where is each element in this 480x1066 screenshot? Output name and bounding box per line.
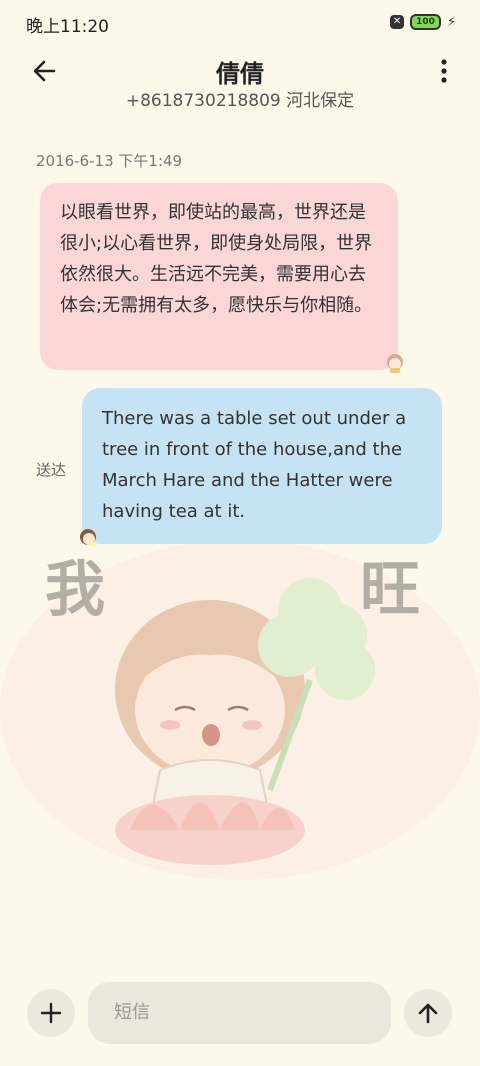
delivery-status: 送达 (36, 461, 67, 479)
status-icons: ✕ 100 ⚡ (390, 14, 456, 30)
add-attachment-button[interactable] (27, 989, 75, 1037)
sticker-char-wang: 旺 (360, 555, 420, 625)
background-sticker-image: 我 旺 (0, 520, 480, 900)
my-avatar[interactable] (78, 528, 98, 548)
contact-avatar[interactable] (385, 353, 405, 373)
add-icon (40, 1002, 62, 1024)
message-input[interactable]: 短信 (88, 982, 391, 1044)
contact-number-location: +8618730218809 河北保定 (125, 91, 355, 111)
battery-icon: 100 (410, 14, 441, 30)
incoming-message-bubble[interactable]: 以眼看世界，即使站的最高，世界还是很小;以心看世界，即使身处局限，世界依然很大。… (40, 183, 398, 370)
conversation-header: 倩倩 +8618730218809 河北保定 (0, 44, 480, 114)
send-arrow-icon (418, 1003, 438, 1024)
message-timestamp: 2016-6-13 下午1:49 (36, 152, 183, 170)
status-bar: 晚上11:20 ✕ 100 ⚡ (0, 0, 480, 44)
send-button[interactable] (404, 989, 452, 1037)
notification-x-icon: ✕ (390, 15, 405, 29)
avatar-girl-icon (80, 529, 96, 547)
outgoing-message-bubble[interactable]: There was a table set out under a tree i… (82, 388, 442, 544)
more-options-button[interactable] (436, 58, 452, 86)
contact-name: 倩倩 (216, 60, 264, 88)
sticker-char-wo: 我 (45, 555, 105, 625)
avatar-girl-icon (387, 354, 403, 373)
status-time: 晚上11:20 (26, 17, 109, 37)
charging-bolt-icon: ⚡ (446, 14, 456, 30)
more-vertical-icon (441, 59, 447, 83)
